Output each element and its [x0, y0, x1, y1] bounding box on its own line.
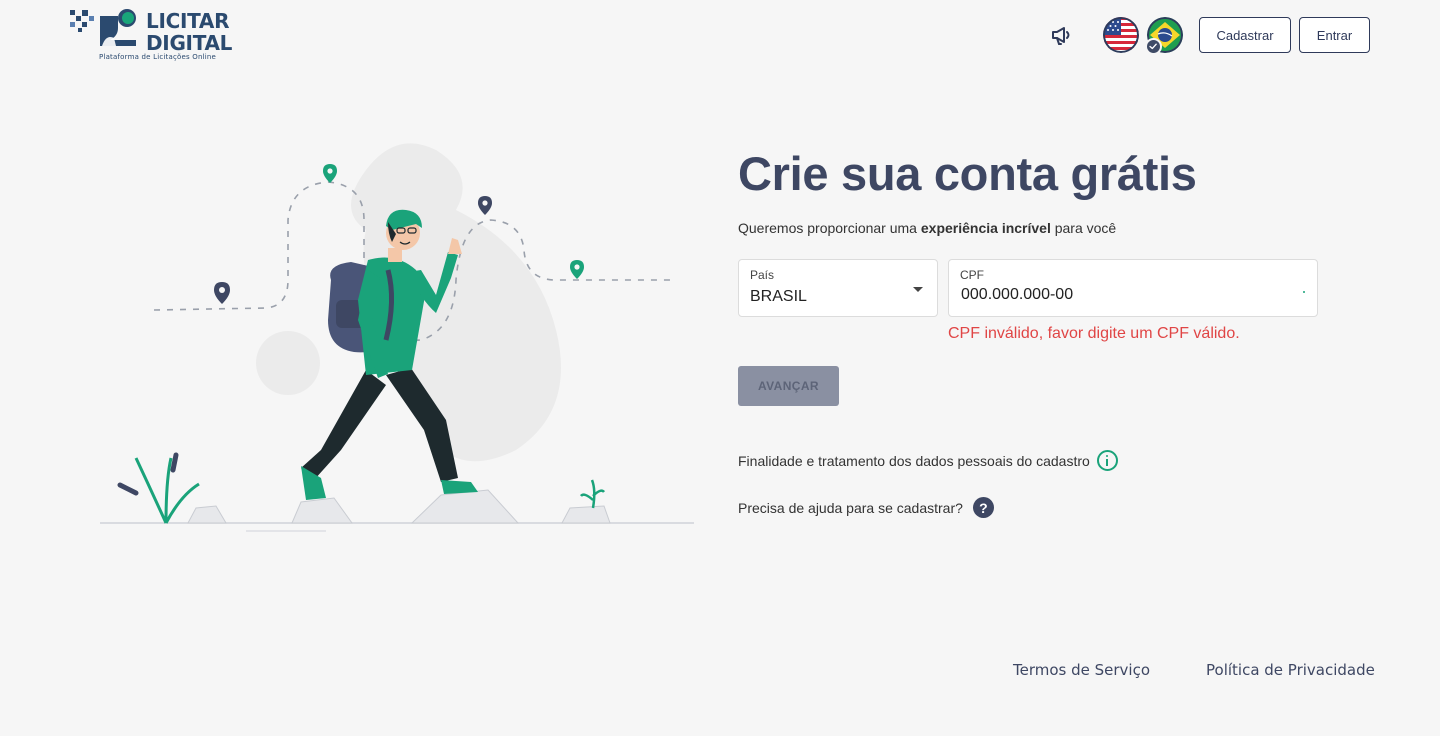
logo-subtitle: Plataforma de Licitações Online [99, 53, 217, 61]
logo-title: LICITAR DIGITAL [146, 9, 233, 55]
data-purpose-row: Finalidade e tratamento dos dados pessoa… [738, 450, 1118, 471]
login-button[interactable]: Entrar [1299, 17, 1370, 53]
page-title: Crie sua conta grátis [738, 147, 1197, 200]
cpf-error-message: CPF inválido, favor digite um CPF válido… [948, 325, 1240, 342]
logo-mark-icon [70, 9, 136, 46]
country-label: País [750, 268, 775, 282]
hiker-illustration [100, 143, 694, 532]
cpf-label: CPF [960, 268, 984, 282]
data-purpose-text: Finalidade e tratamento dos dados pessoa… [738, 452, 1090, 469]
megaphone-icon[interactable] [1049, 22, 1075, 48]
info-icon[interactable] [1096, 450, 1118, 471]
input-indicator [1303, 291, 1305, 293]
country-select[interactable]: País BRASIL [738, 259, 938, 317]
page-subtitle: Queremos proporcionar uma experiência in… [738, 220, 1117, 236]
cpf-input[interactable] [961, 286, 1291, 304]
us-flag-icon[interactable] [1103, 17, 1139, 53]
advance-button[interactable]: AVANÇAR [738, 366, 839, 406]
cpf-field[interactable]: CPF [948, 259, 1318, 317]
country-value: BRASIL [750, 288, 807, 305]
privacy-policy-link[interactable]: Política de Privacidade [1206, 661, 1375, 679]
help-question-icon[interactable]: ? [972, 497, 994, 518]
help-row: Precisa de ajuda para se cadastrar? ? [738, 497, 994, 518]
help-text: Precisa de ajuda para se cadastrar? [738, 499, 963, 516]
terms-of-service-link[interactable]: Termos de Serviço [1013, 661, 1150, 679]
logo[interactable]: LICITAR DIGITAL Plataforma de Licitações… [70, 8, 240, 64]
check-icon [1145, 38, 1162, 55]
chevron-down-icon [913, 287, 923, 292]
register-button[interactable]: Cadastrar [1199, 17, 1291, 53]
